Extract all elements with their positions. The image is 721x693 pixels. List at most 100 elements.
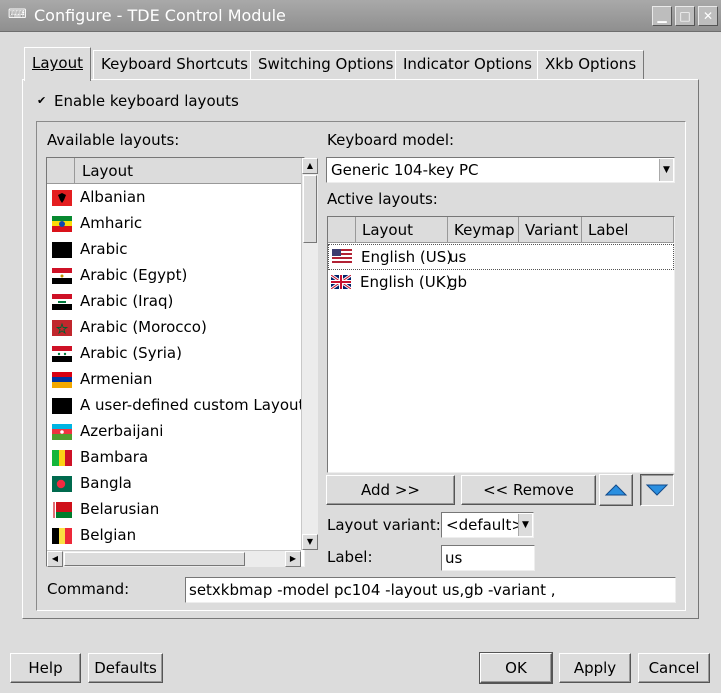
list-item[interactable]: Bangla	[47, 471, 304, 497]
row-layout: English (US)	[361, 248, 453, 266]
list-item[interactable]: Amharic	[47, 211, 304, 237]
bangladesh-flag-icon	[52, 476, 72, 492]
apply-button-label: Apply	[573, 659, 617, 677]
chevron-down-icon[interactable]: ▼	[518, 514, 532, 536]
scroll-thumb[interactable]	[64, 552, 245, 566]
tab-layout-label: Layout	[32, 54, 83, 72]
enable-label[interactable]: Enable keyboard layouts	[54, 92, 239, 110]
albania-flag-icon	[52, 190, 72, 206]
list-item[interactable]: Arabic (Morocco)	[47, 315, 304, 341]
arrow-up-icon	[604, 484, 628, 496]
command-value: setxkbmap -model pc104 -layout us,gb -va…	[189, 581, 556, 599]
column-header-label: Layout	[362, 221, 413, 239]
remove-button[interactable]: << Remove	[461, 475, 596, 505]
available-layouts-list[interactable]: Layout Albanian Amharic Arabic Arabic (E…	[46, 157, 305, 567]
layout-name: Arabic	[80, 240, 128, 258]
table-row[interactable]: English (UK) gb	[328, 270, 674, 296]
apply-button[interactable]: Apply	[559, 653, 631, 683]
scroll-up-icon[interactable]: ▲	[302, 158, 318, 174]
enable-checkbox[interactable]: ✔	[37, 95, 48, 107]
blank-flag-icon	[52, 398, 72, 414]
list-item[interactable]: Arabic (Syria)	[47, 341, 304, 367]
vertical-scrollbar[interactable]: ▲ ▼	[301, 158, 318, 550]
active-layouts-label: Active layouts:	[327, 190, 438, 208]
defaults-button[interactable]: Defaults	[88, 653, 163, 683]
tab-keyboard-shortcuts-label: Keyboard Shortcuts	[101, 55, 248, 73]
keyboard-model-select[interactable]: Generic 104-key PC ▼	[326, 157, 675, 183]
scroll-thumb[interactable]	[303, 175, 317, 243]
move-up-button[interactable]	[599, 474, 633, 506]
uk-flag-icon	[331, 275, 351, 289]
row-layout: English (UK)	[360, 273, 452, 291]
scroll-left-icon[interactable]: ◀	[47, 551, 63, 567]
title-bar[interactable]: ⌨ Configure - TDE Control Module ▁ □ ✕	[0, 0, 721, 32]
armenia-flag-icon	[52, 372, 72, 388]
tab-indicator-options[interactable]: Indicator Options	[395, 50, 540, 79]
scroll-right-icon[interactable]: ▶	[285, 551, 301, 567]
morocco-flag-icon	[52, 320, 72, 336]
minimize-icon[interactable]: ▁	[652, 6, 672, 26]
horizontal-scrollbar[interactable]: ◀ ▶	[47, 550, 301, 567]
label-input[interactable]: us	[441, 545, 535, 571]
layout-name: Arabic (Iraq)	[80, 292, 174, 310]
maximize-icon[interactable]: □	[675, 6, 695, 26]
belgium-flag-icon	[52, 528, 72, 544]
layout-name: Arabic (Morocco)	[80, 318, 207, 336]
flag-column-header[interactable]	[47, 158, 75, 184]
list-item[interactable]: Bambara	[47, 445, 304, 471]
arrow-down-icon	[645, 484, 669, 496]
tab-switching-options-label: Switching Options	[258, 55, 394, 73]
layout-name: Azerbaijani	[80, 422, 164, 440]
list-item[interactable]: Albanian	[47, 185, 304, 211]
layout-name: Belgian	[80, 526, 137, 544]
add-button-label: Add >>	[361, 481, 420, 499]
tab-keyboard-shortcuts[interactable]: Keyboard Shortcuts	[93, 50, 256, 79]
layout-column-header[interactable]: Layout	[82, 162, 133, 180]
list-item[interactable]: Armenian	[47, 367, 304, 393]
list-item[interactable]: Belgian	[47, 523, 304, 549]
help-button[interactable]: Help	[10, 653, 81, 683]
column-header-label: Variant	[525, 221, 579, 239]
column-header-layout[interactable]: Layout	[356, 217, 448, 243]
tab-switching-options[interactable]: Switching Options	[250, 50, 402, 79]
column-header-label[interactable]: Label	[582, 217, 674, 243]
column-header-keymap[interactable]: Keymap	[448, 217, 519, 243]
cancel-button[interactable]: Cancel	[638, 653, 710, 683]
ok-button-label: OK	[505, 659, 527, 677]
list-item[interactable]: Azerbaijani	[47, 419, 304, 445]
close-icon[interactable]: ✕	[698, 6, 718, 26]
add-button[interactable]: Add >>	[326, 475, 455, 505]
move-down-button[interactable]	[640, 474, 674, 506]
command-field[interactable]: setxkbmap -model pc104 -layout us,gb -va…	[185, 577, 676, 603]
layout-name: Bambara	[80, 448, 149, 466]
window-title: Configure - TDE Control Module	[34, 6, 286, 25]
iraq-flag-icon	[52, 294, 72, 310]
ok-button[interactable]: OK	[479, 652, 553, 684]
layout-variant-label: Layout variant:	[327, 516, 441, 534]
layout-variant-select[interactable]: <default> ▼	[441, 512, 534, 538]
scroll-down-icon[interactable]: ▼	[302, 534, 318, 550]
tab-layout[interactable]: Layout	[24, 47, 91, 81]
active-layouts-table[interactable]: Layout Keymap Variant Label English (US)…	[327, 216, 675, 473]
flag-column-header[interactable]	[328, 217, 356, 243]
chevron-down-icon[interactable]: ▼	[659, 159, 673, 181]
help-button-label: Help	[28, 659, 63, 677]
list-item[interactable]: Belarusian	[47, 497, 304, 523]
mali-flag-icon	[52, 450, 72, 466]
layout-name: Bangla	[80, 474, 132, 492]
list-header[interactable]: Layout	[47, 158, 304, 184]
egypt-flag-icon	[52, 268, 72, 284]
layout-name: Belarusian	[80, 500, 160, 518]
table-row[interactable]: English (US) us	[328, 244, 674, 270]
blank-flag-icon	[52, 242, 72, 258]
tab-xkb-options-label: Xkb Options	[545, 55, 637, 73]
list-item[interactable]: Arabic	[47, 237, 304, 263]
remove-button-label: << Remove	[483, 481, 574, 499]
list-item[interactable]: Arabic (Egypt)	[47, 263, 304, 289]
tab-indicator-options-label: Indicator Options	[403, 55, 532, 73]
list-item[interactable]: A user-defined custom Layout	[47, 393, 304, 419]
list-item[interactable]: Arabic (Iraq)	[47, 289, 304, 315]
layout-name: Arabic (Egypt)	[80, 266, 188, 284]
column-header-variant[interactable]: Variant	[519, 217, 582, 243]
tab-xkb-options[interactable]: Xkb Options	[537, 50, 645, 79]
